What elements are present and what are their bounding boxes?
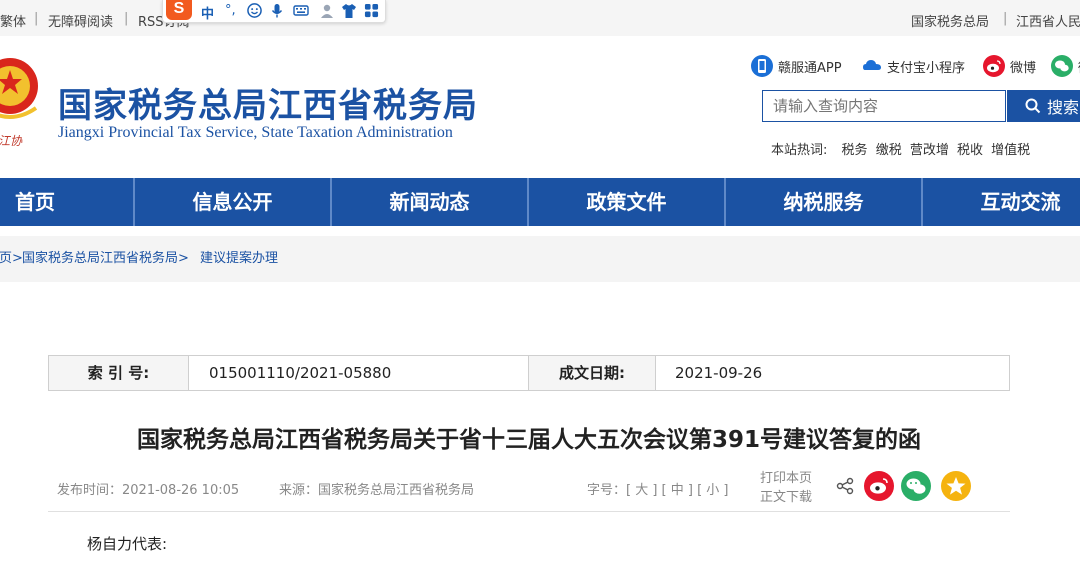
search-button[interactable]: 搜索 bbox=[1007, 90, 1080, 122]
sta-link[interactable]: 国家税务总局 bbox=[911, 11, 989, 30]
mobile-app-icon bbox=[751, 55, 773, 77]
hot-word-link[interactable]: 缴税 bbox=[876, 143, 902, 158]
alipay-link-label: 支付宝小程序 bbox=[887, 60, 966, 76]
star-icon bbox=[946, 477, 966, 495]
divider: | bbox=[1003, 11, 1008, 26]
breadcrumb-section[interactable]: 建议提案办理 bbox=[200, 247, 278, 266]
nav-item-home[interactable]: 首页 bbox=[0, 178, 70, 226]
hot-word-link[interactable]: 营改增 bbox=[910, 143, 949, 158]
print-page-link[interactable]: 打印本页 bbox=[760, 469, 812, 488]
skin-shirt-icon[interactable] bbox=[341, 3, 357, 19]
chinese-mode-toggle[interactable]: 中 bbox=[201, 3, 214, 22]
toolbox-grid-icon[interactable] bbox=[364, 3, 379, 18]
nav-item-news[interactable]: 新闻动态 bbox=[332, 178, 527, 226]
hot-word-link[interactable]: 税收 bbox=[957, 143, 983, 158]
share-weibo-button[interactable] bbox=[864, 471, 894, 501]
letter-greeting: 杨自力代表: bbox=[87, 535, 168, 553]
nav-item-tax-service[interactable]: 纳税服务 bbox=[726, 178, 921, 226]
alipay-link[interactable]: 支付宝小程序 bbox=[862, 55, 965, 77]
article-source: 来源：国家税务总局江西省税务局 bbox=[279, 483, 475, 498]
accessible-reading-link[interactable]: 无障碍阅读 bbox=[48, 11, 113, 30]
breadcrumb-bureau[interactable]: 国家税务总局江西省税务局> bbox=[22, 247, 189, 266]
hot-word-link[interactable]: 增值税 bbox=[991, 143, 1030, 158]
share-wechat-button[interactable] bbox=[901, 471, 931, 501]
table-divider bbox=[188, 356, 189, 390]
jiangxi-gov-link[interactable]: 江西省人民 bbox=[1016, 11, 1080, 30]
index-number-value: 015001110/2021-05880 bbox=[209, 364, 392, 382]
hot-words: 本站热词: 税务 缴税 营改增 税收 增值税 bbox=[771, 139, 1034, 158]
index-number-label: 索 引 号: bbox=[49, 356, 188, 390]
app-link-label: 赣服通APP bbox=[778, 60, 842, 76]
date-label: 成文日期: bbox=[529, 356, 655, 390]
wechat-icon bbox=[1051, 55, 1073, 77]
site-subtitle-en: Jiangxi Provincial Tax Service, State Ta… bbox=[58, 124, 453, 141]
hot-word-link[interactable]: 税务 bbox=[842, 143, 868, 158]
weibo-icon bbox=[870, 478, 888, 494]
hot-words-label: 本站热词: bbox=[771, 143, 828, 158]
search-input[interactable] bbox=[762, 90, 1006, 122]
weibo-link[interactable]: 微博 bbox=[983, 55, 1036, 77]
nav-item-info-disclosure[interactable]: 信息公开 bbox=[135, 178, 330, 226]
punctuation-toggle[interactable]: °, bbox=[225, 3, 236, 18]
emblem-text: 江协 bbox=[0, 134, 23, 148]
main-nav: 首页 信息公开 新闻动态 政策文件 纳税服务 互动交流 bbox=[0, 178, 1080, 226]
table-divider bbox=[655, 356, 656, 390]
share-icon[interactable] bbox=[836, 477, 854, 495]
download-text-link[interactable]: 正文下载 bbox=[760, 488, 812, 507]
site-title[interactable]: 国家税务总局江西省税务局 bbox=[58, 78, 478, 127]
date-value: 2021-09-26 bbox=[675, 364, 763, 382]
search-button-label: 搜索 bbox=[1047, 98, 1080, 117]
microphone-icon[interactable] bbox=[271, 3, 283, 19]
nav-item-interaction[interactable]: 互动交流 bbox=[923, 178, 1080, 226]
publish-time: 发布时间：2021-08-26 10:05 bbox=[57, 483, 240, 498]
share-qzone-button[interactable] bbox=[941, 471, 971, 501]
keyboard-icon[interactable] bbox=[293, 3, 309, 17]
breadcrumb-home[interactable]: 首页> bbox=[0, 247, 23, 266]
document-info-table: 索 引 号: 015001110/2021-05880 成文日期: 2021-0… bbox=[48, 355, 1010, 391]
user-icon[interactable] bbox=[319, 3, 335, 19]
search-icon bbox=[1025, 98, 1041, 114]
content-divider bbox=[48, 511, 1010, 512]
font-size-selector[interactable]: 字号：[ 大 ] [ 中 ] [ 小 ] bbox=[587, 479, 729, 498]
print-download-links: 打印本页 正文下载 bbox=[760, 469, 812, 507]
ime-toolbar[interactable]: S 中 °, bbox=[162, 0, 386, 23]
article-title: 国家税务总局江西省税务局关于省十三届人大五次会议第391号建议答复的函 bbox=[136, 427, 921, 453]
traditional-chinese-link[interactable]: 繁体 bbox=[0, 11, 26, 30]
weibo-icon bbox=[983, 55, 1005, 77]
divider: | bbox=[124, 11, 129, 26]
app-link[interactable]: 赣服通APP bbox=[751, 55, 842, 77]
emoji-icon[interactable] bbox=[247, 3, 262, 18]
divider: | bbox=[34, 11, 39, 26]
wechat-link[interactable]: 微 bbox=[1051, 55, 1080, 77]
national-emblem-logo[interactable]: 江协 bbox=[0, 48, 40, 148]
wechat-icon bbox=[906, 478, 926, 494]
nav-item-policy[interactable]: 政策文件 bbox=[529, 178, 724, 226]
sogou-logo-icon[interactable]: S bbox=[166, 0, 192, 20]
weibo-link-label: 微博 bbox=[1010, 60, 1037, 76]
alipay-cloud-icon bbox=[862, 55, 882, 77]
